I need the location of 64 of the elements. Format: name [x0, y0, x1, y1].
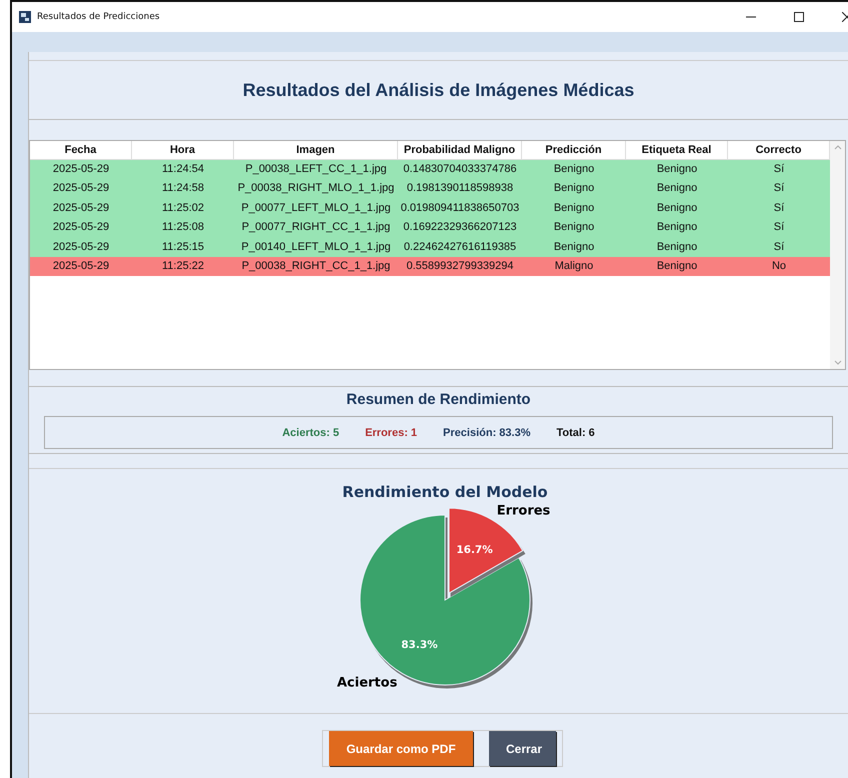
- table-cell-text: Benigno: [552, 240, 596, 255]
- table-cell-text: Benigno: [552, 162, 596, 177]
- table-cell-text: Benigno: [552, 200, 596, 216]
- slice-percent: 16.7%: [456, 544, 493, 556]
- window-title: Resultados de Predicciones: [37, 12, 160, 22]
- table-cell-text: P_00038_RIGHT_MLO_1_1.jpg: [236, 181, 396, 196]
- slice-label: Aciertos: [336, 675, 398, 690]
- table-cell-text: P_00038_RIGHT_CC_1_1.jpg: [240, 258, 392, 274]
- table-cell-text: Benigno: [656, 240, 698, 255]
- table-cell-text: 0.14830704033374786: [402, 162, 518, 177]
- table-cell-text: P_00140_LEFT_MLO_1_1.jpg: [240, 240, 392, 255]
- table-cell-text: 0.5589932799339294: [405, 258, 515, 274]
- slice-percent: 83.3%: [401, 639, 438, 652]
- table-cell-text: 2025-05-29: [52, 240, 110, 255]
- table-cell-text: 0.22462427616119385: [402, 240, 518, 255]
- table-cell-text: Sí: [772, 162, 786, 177]
- table-cell-text: 2025-05-29: [52, 220, 110, 236]
- table-cell-text: Benigno: [656, 181, 698, 196]
- summary-stat: Total: 6: [556, 426, 595, 438]
- summary-stat: Errores: 1: [365, 426, 418, 438]
- table-cell-text: 0.16922329366207123: [402, 220, 518, 236]
- table-cell-text: P_00038_LEFT_CC_1_1.jpg: [244, 162, 388, 177]
- table-cell-text: 2025-05-29: [52, 162, 110, 177]
- table-cell-text: 11:24:54: [160, 162, 205, 177]
- table-row[interactable]: 2025-05-29 11:24:58 P_00038_RIGHT_MLO_1_1.jpg 0.1981390118598938 Benigno Benigno Sí: [30, 179, 830, 199]
- table-row[interactable]: 2025-05-29 11:25:08 P_00077_RIGHT_CC_1_1.jpg 0.16922329366207123 Benigno Benigno Sí: [30, 218, 830, 238]
- table-cell-text: Benigno: [656, 200, 698, 216]
- summary-title: Resumen de Rendimiento: [346, 391, 531, 408]
- table-cell-text: Sí: [772, 240, 786, 255]
- table-cell-text: Sí: [772, 220, 786, 236]
- summary-stat: Aciertos: 5: [282, 426, 340, 438]
- table-cell-text: 2025-05-29: [52, 181, 110, 196]
- table-cell-text: No: [770, 258, 788, 274]
- table-cell-text: 0.019809411838650703: [400, 200, 520, 216]
- table-cell-text: P_00077_LEFT_MLO_1_1.jpg: [240, 200, 392, 216]
- close-button[interactable]: Cerrar: [489, 731, 556, 766]
- table-cell-text: Benigno: [552, 181, 596, 196]
- table-row[interactable]: 2025-05-29 11:25:15 P_00140_LEFT_MLO_1_1.jpg 0.22462427616119385 Benigno Benigno Sí: [30, 238, 830, 257]
- maximize-icon[interactable]: [794, 12, 804, 22]
- table-cell-text: Benigno: [656, 220, 698, 236]
- table-cell-text: Benigno: [552, 220, 596, 236]
- table-cell-text: 2025-05-29: [52, 200, 110, 216]
- table-cell-text: Benigno: [656, 258, 698, 274]
- table-cell-text: P_00077_RIGHT_CC_1_1.jpg: [240, 220, 392, 236]
- slice-label: Errores: [496, 504, 550, 519]
- page-title: Resultados del Análisis de Imágenes Médicas: [242, 80, 634, 100]
- table-cell-text: Benigno: [656, 162, 698, 177]
- table-cell-text: 11:25:22: [160, 258, 205, 274]
- table-cell-text: Sí: [772, 181, 786, 196]
- scroll-bar[interactable]: [830, 141, 845, 369]
- table-cell-text: Maligno: [554, 258, 594, 274]
- table-cell-text: 11:25:02: [160, 200, 205, 216]
- table-row[interactable]: 2025-05-29 11:25:02 P_00077_LEFT_MLO_1_1.jpg 0.019809411838650703 Benigno Benigno Sí: [30, 198, 830, 218]
- table-cell-text: 11:25:08: [160, 220, 205, 236]
- table-row[interactable]: 2025-05-29 11:25:22 P_00038_RIGHT_CC_1_1.jpg 0.5589932799339294 Maligno Benigno No: [30, 256, 830, 276]
- table-cell-text: 2025-05-29: [52, 258, 110, 274]
- table-cell-text: 0.1981390118598938: [406, 181, 514, 196]
- table-cell-text: 11:25:15: [160, 240, 205, 255]
- table-row[interactable]: 2025-05-29 11:24:54 P_00038_LEFT_CC_1_1.jpg 0.14830704033374786 Benigno Benigno Sí: [30, 160, 830, 180]
- app-icon: [19, 11, 31, 23]
- table-cell-text: 11:24:58: [160, 181, 205, 196]
- summary-stat: Precisión: 83.3%: [443, 426, 530, 438]
- chart-title: Rendimiento del Modelo: [342, 483, 548, 501]
- table-cell-text: Sí: [772, 200, 786, 216]
